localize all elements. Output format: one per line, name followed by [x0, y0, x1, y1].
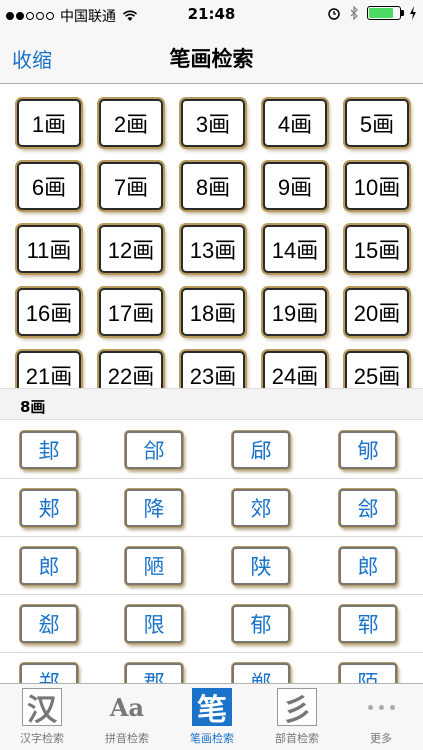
tab-bar: 汉汉字检索 Aa 拼音检索笔笔画检索彡部首检索 更多 [0, 683, 423, 750]
stroke-count-button[interactable]: 17画 [99, 288, 163, 336]
alarm-icon [328, 8, 340, 20]
section-header-label: 8画 [20, 398, 46, 416]
charging-icon [410, 6, 416, 20]
stroke-count-button[interactable]: 13画 [181, 225, 245, 273]
stroke-count-button[interactable]: 12画 [99, 225, 163, 273]
character-button[interactable]: 郸 [232, 663, 290, 683]
tab-label: 笔画检索 [190, 732, 234, 745]
bushou-icon: 彡 [277, 688, 317, 728]
character-button[interactable]: 郈 [232, 431, 290, 469]
bihua-icon: 笔 [192, 688, 232, 728]
stroke-count-button[interactable]: 21画 [17, 351, 81, 388]
character-button[interactable]: 郎 [339, 547, 397, 585]
character-button[interactable]: 陕 [232, 547, 290, 585]
stroke-count-button[interactable]: 8画 [181, 162, 245, 210]
tab-more[interactable]: 更多 [339, 688, 423, 748]
tab-bihua[interactable]: 笔笔画检索 [170, 688, 254, 748]
stroke-count-button[interactable]: 10画 [345, 162, 409, 210]
hanzi-icon: 汉 [22, 688, 62, 728]
stroke-count-button[interactable]: 3画 [181, 99, 245, 147]
character-button[interactable]: 郐 [339, 489, 397, 527]
stroke-count-button[interactable]: 24画 [263, 351, 327, 388]
stroke-count-button[interactable]: 2画 [99, 99, 163, 147]
list-item: 郏降郊郐 [0, 479, 423, 537]
character-button[interactable]: 降 [125, 489, 183, 527]
more-icon [339, 688, 423, 726]
character-list[interactable]: 邽郃郈郇郏降郊郐郎陋陕郎郄限郁郓郑郡郸陌 [0, 421, 423, 683]
stroke-count-button[interactable]: 7画 [99, 162, 163, 210]
stroke-count-button[interactable]: 15画 [345, 225, 409, 273]
character-button[interactable]: 郁 [232, 605, 290, 643]
character-button[interactable]: 郄 [20, 605, 78, 643]
character-button[interactable]: 郊 [232, 489, 290, 527]
stroke-count-button[interactable]: 11画 [17, 225, 81, 273]
character-button[interactable]: 陌 [339, 663, 397, 683]
pinyin-icon: Aa [109, 692, 145, 722]
list-item: 邽郃郈郇 [0, 421, 423, 479]
stroke-count-button[interactable]: 23画 [181, 351, 245, 388]
character-button[interactable]: 限 [125, 605, 183, 643]
character-button[interactable]: 郑 [20, 663, 78, 683]
character-button[interactable]: 陋 [125, 547, 183, 585]
tab-label: 更多 [370, 732, 392, 745]
stroke-count-button[interactable]: 4画 [263, 99, 327, 147]
tab-label: 拼音检索 [105, 732, 149, 745]
stroke-count-button[interactable]: 9画 [263, 162, 327, 210]
character-button[interactable]: 郓 [339, 605, 397, 643]
character-button[interactable]: 郏 [20, 489, 78, 527]
stroke-count-button[interactable]: 6画 [17, 162, 81, 210]
tab-pinyin[interactable]: Aa 拼音检索 [85, 688, 169, 748]
character-button[interactable]: 邽 [20, 431, 78, 469]
stroke-count-grid[interactable]: 1画 2画 3画 4画 5画 6画 7画 8画 9画 10画 11画 12画 13画 14画 15画 16画 1… [0, 85, 423, 388]
page-title: 笔画检索 [169, 47, 254, 71]
stroke-count-button[interactable]: 5画 [345, 99, 409, 147]
stroke-count-button[interactable]: 14画 [263, 225, 327, 273]
status-bar: 中国联通 21:48 [0, 0, 423, 30]
character-button[interactable]: 郃 [125, 431, 183, 469]
section-header: 8画 [0, 388, 423, 420]
tab-label: 汉字检索 [20, 732, 64, 745]
stroke-count-button[interactable]: 25画 [345, 351, 409, 388]
character-button[interactable]: 郡 [125, 663, 183, 683]
character-button[interactable]: 郎 [20, 547, 78, 585]
stroke-count-button[interactable]: 16画 [17, 288, 81, 336]
status-right [327, 6, 417, 20]
list-item: 郎陋陕郎 [0, 537, 423, 595]
stroke-count-button[interactable]: 20画 [345, 288, 409, 336]
character-button[interactable]: 郇 [339, 431, 397, 469]
stroke-count-button[interactable]: 19画 [263, 288, 327, 336]
stroke-count-button[interactable]: 1画 [17, 99, 81, 147]
battery-icon [367, 6, 404, 20]
tab-bushou[interactable]: 彡部首检索 [255, 688, 339, 748]
navigation-bar: 收缩 笔画检索 [0, 30, 423, 84]
list-item: 郑郡郸陌 [0, 653, 423, 683]
tab-label: 部首检索 [275, 732, 319, 745]
bluetooth-icon [350, 6, 358, 20]
stroke-count-button[interactable]: 22画 [99, 351, 163, 388]
tab-hanzi[interactable]: 汉汉字检索 [0, 688, 84, 748]
list-item: 郄限郁郓 [0, 595, 423, 653]
stroke-count-button[interactable]: 18画 [181, 288, 245, 336]
